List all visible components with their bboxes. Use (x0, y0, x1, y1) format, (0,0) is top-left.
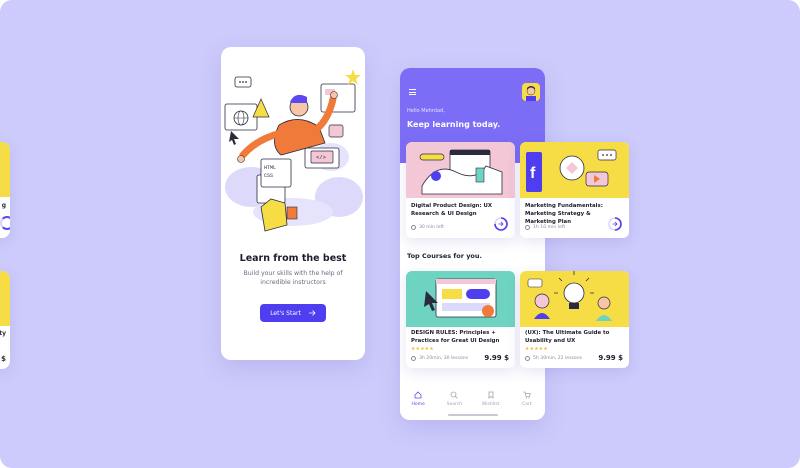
search-icon (450, 391, 458, 399)
onboarding-title: Learn from the best (239, 253, 347, 264)
canvas-background: g ity $ (0, 0, 800, 468)
edge-card-image (0, 271, 10, 326)
progress-ring-icon (608, 217, 622, 231)
top-course-card[interactable]: (UX): The Ultimate Guide to Usability an… (520, 271, 629, 368)
course-title: Digital Product Design: UX Research & UI… (411, 203, 493, 217)
progress-ring-icon (0, 216, 10, 230)
course-duration: 30 min left (411, 225, 444, 230)
headline-text: Keep learning today. (407, 120, 501, 129)
course-duration-text: 3h 20min, 30 lessons (419, 356, 469, 361)
bottom-nav: Home Search Wishlist Cart (400, 386, 545, 420)
edge-card-top[interactable]: g (0, 142, 10, 238)
course-duration-text: 1h 10 min left (533, 225, 566, 230)
edge-card-title: g (1, 202, 6, 209)
nav-home-label: Home (411, 402, 425, 407)
course-thumbnail (406, 271, 515, 327)
code-box-label: </> (316, 154, 326, 161)
course-duration: 1h 10 min left (525, 225, 565, 230)
menu-icon[interactable] (409, 89, 416, 97)
course-duration-text: 30 min left (419, 225, 444, 230)
course-thumbnail (520, 271, 629, 327)
clock-icon (525, 225, 530, 230)
progress-ring-icon (494, 217, 508, 231)
home-indicator (448, 414, 498, 416)
nav-wishlist-label: Wishlist (481, 402, 500, 407)
course-duration: 3h 20min, 30 lessons (411, 356, 468, 361)
nav-cart-label: Cart (522, 402, 532, 407)
course-price: 9.99 $ (598, 354, 623, 362)
edge-card-image (0, 142, 10, 197)
edge-card-title: ity (0, 330, 6, 337)
edge-card-bottom[interactable]: ity $ (0, 271, 10, 369)
nav-home[interactable]: Home (403, 391, 433, 420)
clock-icon (525, 356, 530, 361)
rating-stars: ★★★★★ (411, 347, 435, 352)
course-thumbnail (406, 142, 515, 198)
arrow-right-icon (308, 310, 316, 316)
continue-course-card[interactable]: f Marketing Fundamentals: Marketing Stra… (520, 142, 629, 238)
clock-icon (411, 356, 416, 361)
clock-icon (411, 225, 416, 230)
avatar[interactable] (522, 83, 540, 101)
course-duration: 5h 30min, 22 lessons (525, 356, 582, 361)
course-title: (UX): The Ultimate Guide to Usability an… (525, 330, 610, 344)
course-title: Marketing Fundamentals: Marketing Strate… (525, 203, 603, 225)
css-label: CSS (264, 173, 273, 179)
lets-start-label: Let's Start (270, 309, 301, 317)
onboarding-screen: HTML CSS </> Learn from the best Build y… (221, 47, 365, 360)
learning-illustration: HTML CSS </> (224, 69, 363, 232)
lets-start-button[interactable]: Let's Start (260, 304, 326, 322)
course-duration-text: 5h 30min, 22 lessons (533, 356, 583, 361)
nav-cart[interactable]: Cart (512, 391, 542, 420)
nav-search-label: Search (446, 402, 463, 407)
top-courses-heading: Top Courses for you. (407, 252, 482, 260)
top-course-card[interactable]: DESIGN RULES: Principles + Practices for… (406, 271, 515, 368)
edge-card-price: $ (1, 355, 6, 363)
cart-icon (523, 391, 531, 399)
rating-stars: ★★★★★ (525, 347, 549, 352)
home-icon (414, 391, 422, 399)
course-title: DESIGN RULES: Principles + Practices for… (411, 330, 500, 344)
html-label: HTML (264, 165, 276, 171)
svg-text:f: f (530, 165, 536, 182)
greeting-text: Hello Mehrdad, (407, 108, 445, 114)
course-price: 9.99 $ (484, 354, 509, 362)
continue-course-card[interactable]: Digital Product Design: UX Research & UI… (406, 142, 515, 238)
onboarding-subtitle: Build your skills with the help of incre… (243, 270, 343, 286)
bookmark-icon (488, 391, 494, 399)
course-thumbnail: f (520, 142, 629, 198)
